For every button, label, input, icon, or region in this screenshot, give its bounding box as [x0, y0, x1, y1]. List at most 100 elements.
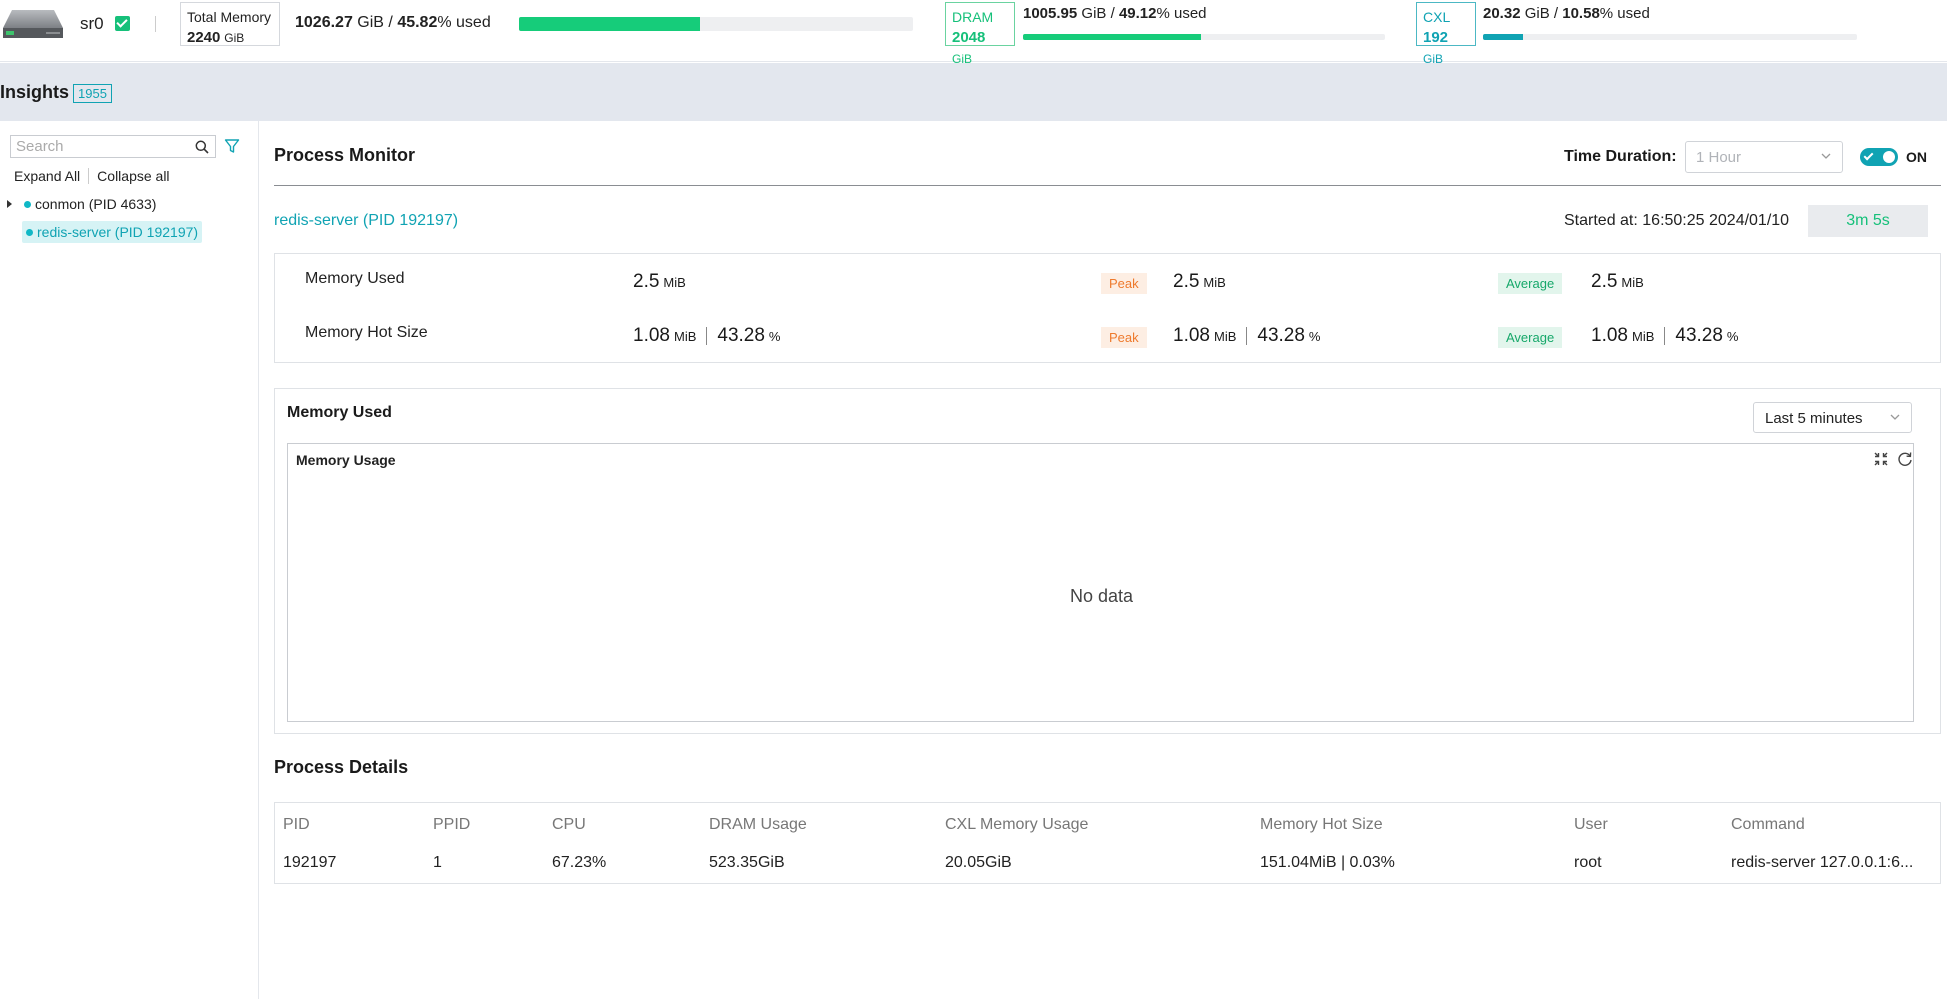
section-title: Process Monitor — [274, 145, 416, 165]
table-cell: 523.35GiB — [709, 854, 785, 871]
status-dot — [26, 228, 33, 236]
section-title: Process Details — [274, 757, 409, 777]
column-header: PPID — [433, 816, 471, 833]
process-tree-sidebar: Expand All Collapse all conmon (PID 4633… — [0, 121, 259, 999]
table-cell: 151.04MiB | 0.03% — [1260, 854, 1395, 871]
tree-item-label: conmon (PID 4633) — [35, 196, 157, 212]
elapsed-time: 3m 5s — [1808, 205, 1928, 237]
fullscreen-icon[interactable] — [1874, 452, 1888, 466]
column-header: Command — [1731, 816, 1805, 833]
dram-label: DRAM — [952, 9, 994, 25]
selected-process-name[interactable]: redis-server (PID 192197) — [274, 212, 458, 230]
dram-used-suffix: % used — [1156, 5, 1207, 22]
chevron-down-icon — [1890, 414, 1900, 420]
server-icon — [3, 10, 63, 38]
server-name: sr0 — [80, 14, 104, 33]
expand-all-button[interactable]: Expand All — [14, 168, 80, 184]
tree-item-redis-server[interactable]: redis-server (PID 192197) — [22, 221, 203, 243]
cxl-progress — [1483, 34, 1857, 40]
total-used-value: 1026.27 — [295, 14, 353, 31]
dram-used-value: 1005.95 — [1023, 5, 1078, 22]
total-memory-label: Total Memory — [187, 9, 272, 25]
tree-item-label: redis-server (PID 192197) — [37, 224, 199, 240]
page-title: Insights — [0, 82, 70, 102]
total-memory-capacity: 2240 — [187, 29, 221, 46]
dram-capacity: 2048 — [952, 29, 986, 46]
total-memory-progress — [519, 17, 913, 31]
dram-used-unit: GiB — [1081, 5, 1107, 22]
filter-icon[interactable] — [224, 138, 240, 154]
table-cell: 20.05GiB — [945, 854, 1012, 871]
table-cell: redis-server 127.0.0.1:6... — [1731, 854, 1914, 871]
divider — [88, 168, 90, 184]
search-icon[interactable] — [195, 140, 209, 154]
process-details-table: PID PPID CPU DRAM Usage CXL Memory Usage… — [274, 802, 1941, 884]
total-memory-usage: 1026.27 GiB / 45.82% used — [295, 14, 491, 31]
column-header: CPU — [552, 816, 586, 833]
live-toggle[interactable] — [1860, 148, 1898, 166]
refresh-icon[interactable] — [1897, 451, 1913, 467]
total-used-percent: 45.82 — [397, 14, 438, 31]
cxl-box: CXL 192 GiB — [1416, 2, 1476, 66]
memory-hot-size-peak: 1.08 MiB 43.28% — [1173, 325, 1321, 346]
memory-summary-bar: sr0 Total Memory 2240 GiB 1026.27 GiB / … — [0, 0, 1947, 66]
divider — [274, 185, 1941, 186]
tree-actions: Expand All Collapse all — [14, 168, 170, 184]
memory-used-peak: 2.5 MiB — [1173, 271, 1226, 292]
memory-stats-card: Memory Used 2.5 MiB Peak 2.5 MiB Average 2… — [274, 253, 1941, 363]
column-header: DRAM Usage — [709, 816, 807, 833]
time-range-select[interactable]: Last 5 minutes — [1753, 402, 1912, 433]
total-used-suffix: % used — [437, 14, 491, 31]
column-header: Memory Hot Size — [1260, 816, 1383, 833]
column-header: User — [1574, 816, 1608, 833]
average-tag: Average — [1498, 327, 1563, 348]
cxl-used-value: 20.32 — [1483, 5, 1521, 22]
cxl-capacity: 192 — [1423, 29, 1449, 46]
peak-tag: Peak — [1101, 327, 1147, 348]
started-at: Started at: 16:50:25 2024/01/10 — [1564, 212, 1790, 229]
memory-hot-size-label: Memory Hot Size — [305, 324, 428, 341]
cxl-used-percent: 10.58 — [1562, 5, 1600, 22]
insights-header: Insights 1955 — [0, 63, 1947, 121]
table-cell: 192197 — [283, 854, 337, 871]
memory-hot-size-value: 1.08 MiB 43.28% — [633, 325, 781, 346]
memory-hot-size-average: 1.08 MiB 43.28% — [1591, 325, 1739, 346]
cxl-usage: 20.32 GiB / 10.58% used — [1483, 5, 1650, 22]
toggle-label: ON — [1906, 149, 1927, 165]
collapse-all-button[interactable]: Collapse all — [97, 168, 169, 184]
server-select-checkbox[interactable] — [115, 16, 130, 31]
search-input[interactable] — [16, 138, 186, 155]
time-range-value: Last 5 minutes — [1765, 410, 1863, 427]
search-box — [10, 135, 216, 158]
table-cell: root — [1574, 854, 1602, 871]
tree-item-conmon[interactable]: conmon (PID 4633) — [7, 194, 156, 214]
empty-state: No data — [1069, 586, 1134, 606]
average-tag: Average — [1498, 273, 1563, 294]
memory-used-card: Memory Used Last 5 minutes Memory Usage … — [274, 388, 1941, 734]
divider — [155, 16, 156, 32]
dram-used-percent: 49.12 — [1118, 5, 1157, 22]
memory-used-value: 2.5 MiB — [633, 271, 686, 292]
status-dot — [24, 200, 31, 208]
total-memory-unit: GiB — [224, 31, 245, 45]
process-count-badge: 1955 — [73, 84, 112, 103]
table-cell: 1 — [433, 854, 442, 871]
peak-tag: Peak — [1101, 273, 1147, 294]
cxl-used-unit: GiB — [1524, 5, 1550, 22]
table-cell: 67.23% — [552, 854, 607, 871]
time-duration-select[interactable]: 1 Hour — [1685, 141, 1843, 173]
dram-usage: 1005.95 GiB / 49.12% used — [1023, 5, 1207, 22]
memory-used-label: Memory Used — [305, 270, 405, 287]
chevron-down-icon — [1821, 153, 1831, 159]
caret-right-icon[interactable] — [7, 200, 12, 208]
dram-progress — [1023, 34, 1385, 40]
time-duration-label: Time Duration: — [1564, 148, 1677, 165]
column-header: CXL Memory Usage — [945, 816, 1089, 833]
card-title: Memory Used — [287, 404, 392, 421]
column-header: PID — [283, 816, 310, 833]
cxl-used-suffix: % used — [1599, 5, 1650, 22]
dram-box: DRAM 2048 GiB — [945, 2, 1015, 66]
memory-usage-chart: Memory Usage No data — [287, 443, 1914, 722]
cxl-label: CXL — [1423, 9, 1451, 25]
process-monitor-panel: Process Monitor Time Duration: 1 Hour ON… — [260, 121, 1947, 999]
